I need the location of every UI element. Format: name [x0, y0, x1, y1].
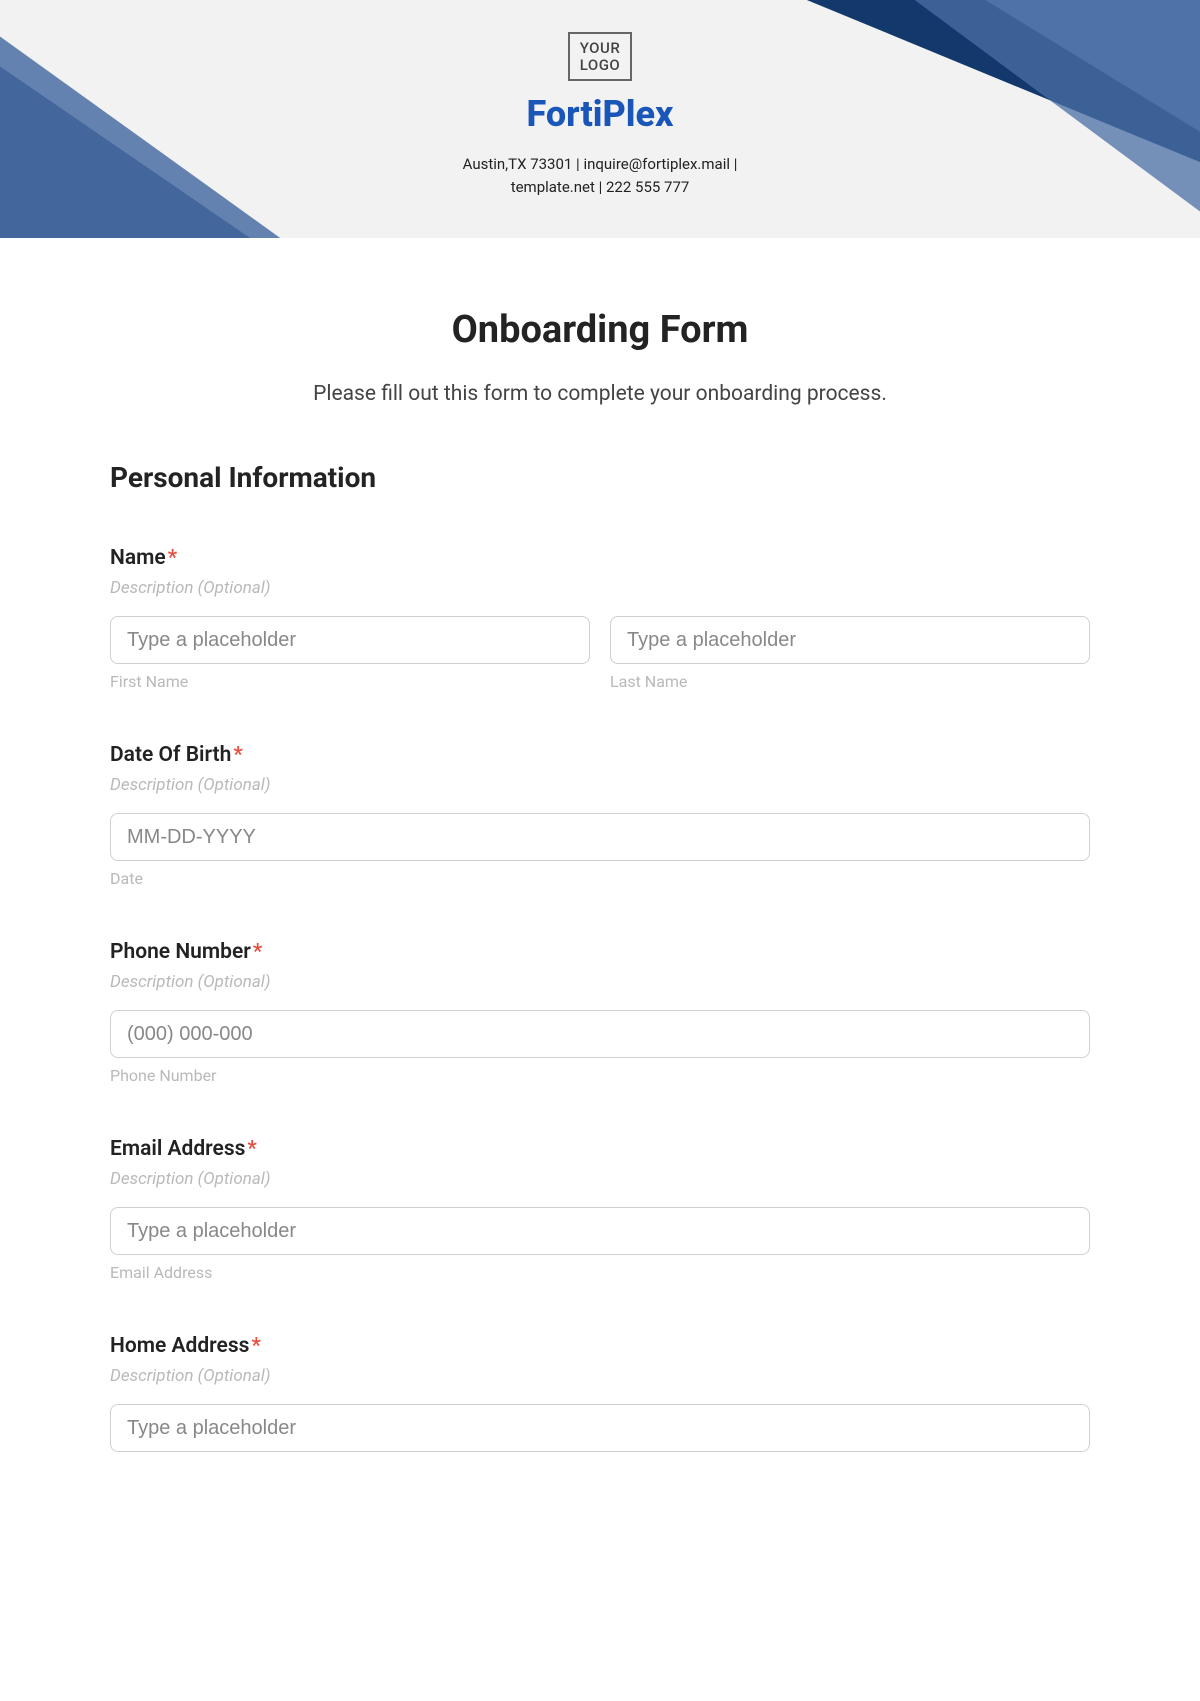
- sublabel-email: Email Address: [110, 1263, 1090, 1282]
- field-name: Name* Description (Optional) First Name …: [110, 546, 1090, 691]
- logo-placeholder: YOUR LOGO: [568, 32, 633, 81]
- sublabel-last-name: Last Name: [610, 672, 1090, 691]
- field-dob: Date Of Birth* Description (Optional) Da…: [110, 743, 1090, 888]
- email-input[interactable]: [110, 1207, 1090, 1255]
- last-name-input[interactable]: [610, 616, 1090, 664]
- label-dob: Date Of Birth*: [110, 743, 1090, 767]
- phone-input[interactable]: [110, 1010, 1090, 1058]
- desc-email: Description (Optional): [110, 1169, 1090, 1189]
- desc-dob: Description (Optional): [110, 775, 1090, 795]
- section-personal-info: Personal Information: [110, 461, 1090, 494]
- form-subtitle: Please fill out this form to complete yo…: [110, 382, 1090, 406]
- sublabel-phone: Phone Number: [110, 1066, 1090, 1085]
- label-name: Name*: [110, 546, 1090, 570]
- form-title: Onboarding Form: [110, 308, 1090, 352]
- header-banner: YOUR LOGO FortiPlex Austin,TX 73301 | in…: [0, 0, 1200, 238]
- field-phone: Phone Number* Description (Optional) Pho…: [110, 940, 1090, 1085]
- sublabel-first-name: First Name: [110, 672, 590, 691]
- form-container: Onboarding Form Please fill out this for…: [0, 238, 1200, 1482]
- label-address: Home Address*: [110, 1334, 1090, 1358]
- address-input[interactable]: [110, 1404, 1090, 1452]
- company-name: FortiPlex: [0, 93, 1200, 135]
- first-name-input[interactable]: [110, 616, 590, 664]
- field-email: Email Address* Description (Optional) Em…: [110, 1137, 1090, 1282]
- field-address: Home Address* Description (Optional): [110, 1334, 1090, 1452]
- label-phone: Phone Number*: [110, 940, 1090, 964]
- label-email: Email Address*: [110, 1137, 1090, 1161]
- contact-info: Austin,TX 73301 | inquire@fortiplex.mail…: [0, 153, 1200, 198]
- desc-address: Description (Optional): [110, 1366, 1090, 1386]
- desc-phone: Description (Optional): [110, 972, 1090, 992]
- desc-name: Description (Optional): [110, 578, 1090, 598]
- sublabel-dob: Date: [110, 869, 1090, 888]
- dob-input[interactable]: [110, 813, 1090, 861]
